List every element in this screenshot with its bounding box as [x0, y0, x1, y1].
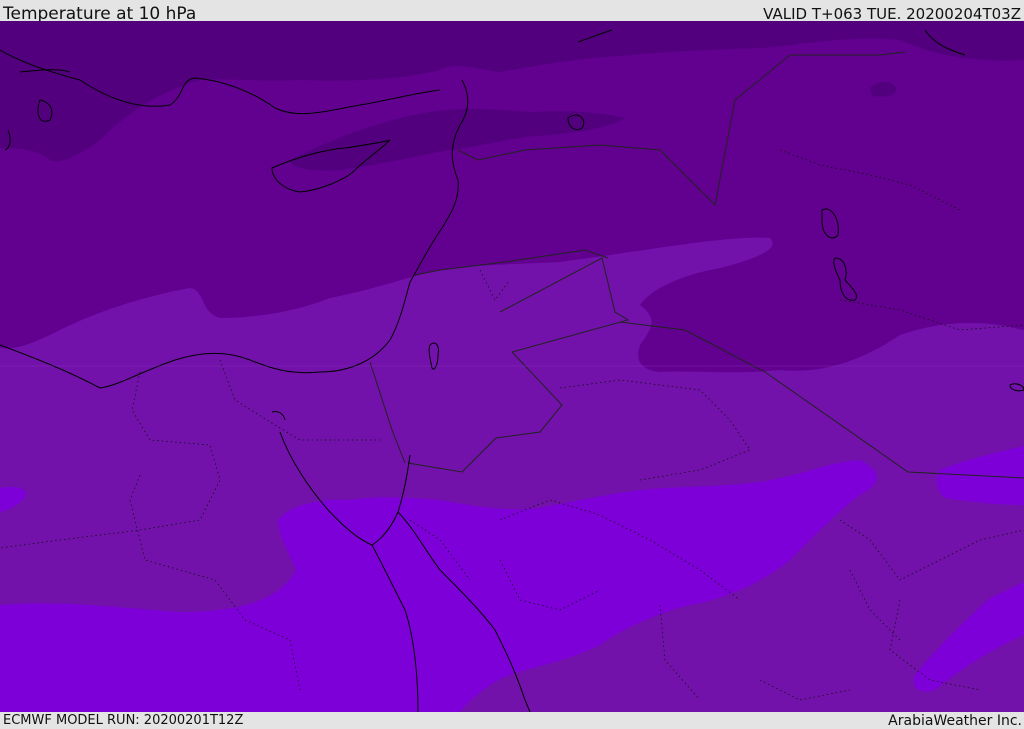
- map-header: Temperature at 10 hPa VALID T+063 TUE. 2…: [0, 0, 1024, 24]
- temperature-map: [0, 21, 1024, 712]
- credit-label: ArabiaWeather Inc.: [888, 713, 1022, 729]
- map-footer: ECMWF MODEL RUN: 20200201T12Z ArabiaWeat…: [0, 712, 1024, 729]
- model-run-label: ECMWF MODEL RUN: 20200201T12Z: [3, 713, 244, 728]
